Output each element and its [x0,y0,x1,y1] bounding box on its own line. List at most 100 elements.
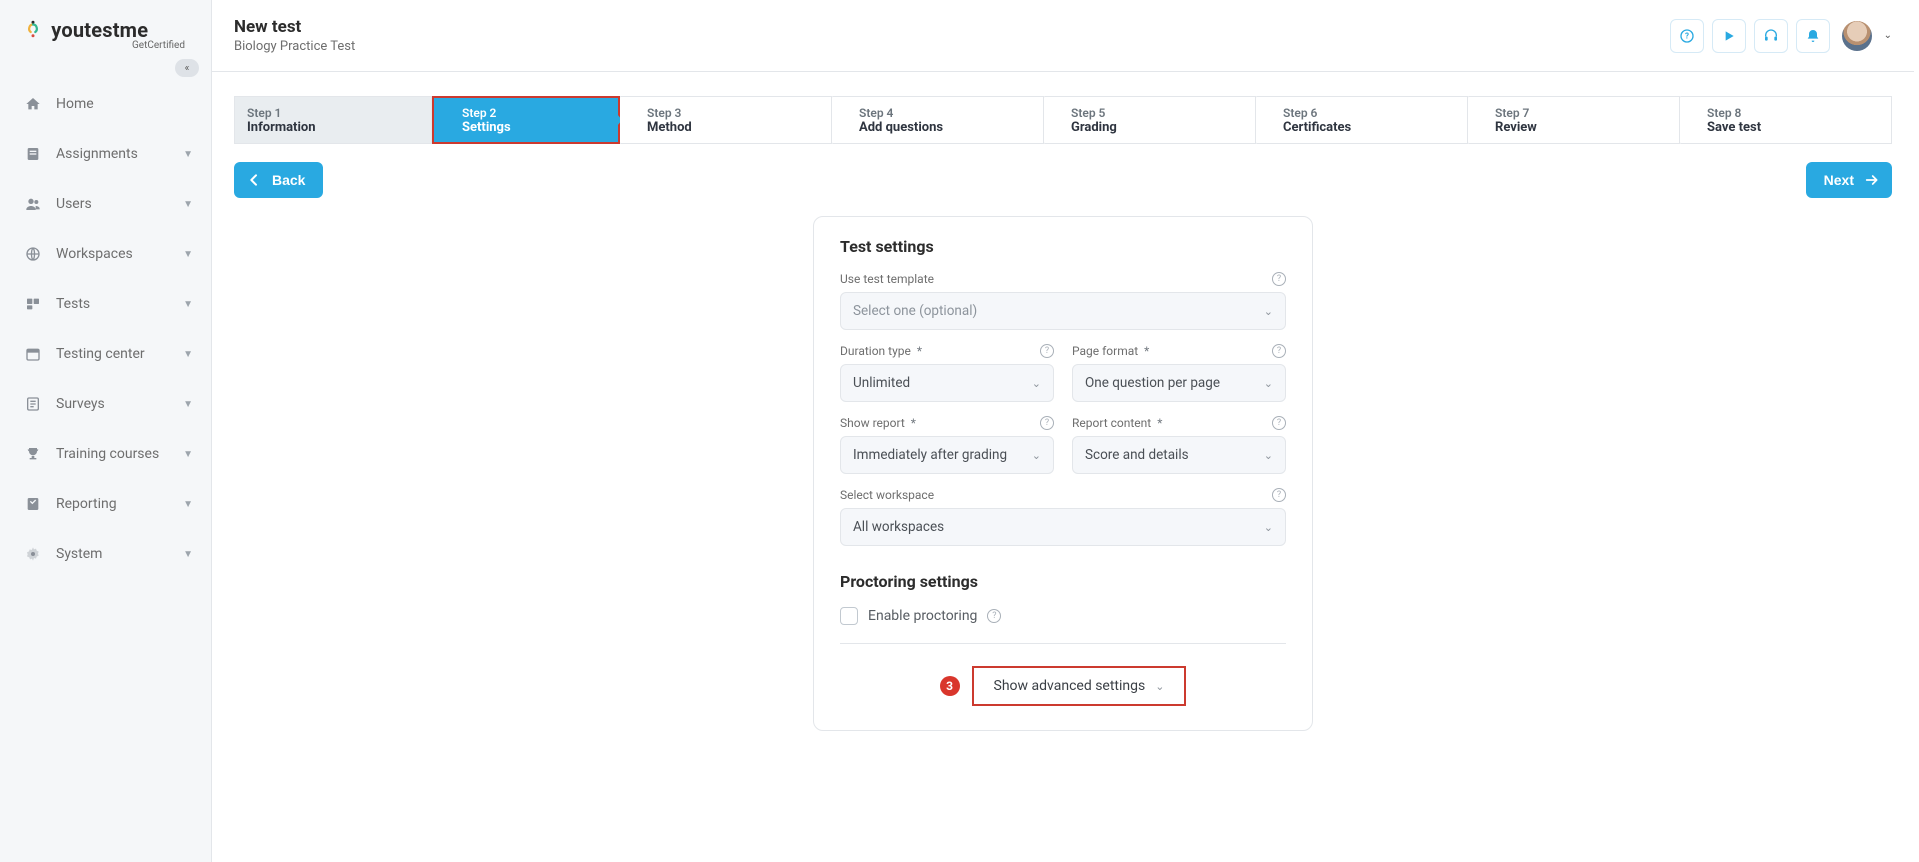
globe-icon [24,245,42,263]
label-text: Use test template [840,272,934,286]
step-3-method[interactable]: Step 3 Method [620,96,832,144]
nav-label: Assignments [56,146,183,162]
gear-icon [24,545,42,563]
step-1-information[interactable]: Step 1 Information [234,96,432,144]
nav-workspaces[interactable]: Workspaces ▼ [0,229,211,279]
report-content-select[interactable]: Score and details ⌄ [1072,436,1286,474]
step-num: Step 7 [1495,106,1679,120]
select-value: All workspaces [853,519,944,535]
step-2-settings[interactable]: Step 2 Settings [432,96,620,144]
sidebar: youtestme GetCertified « Home Assignment… [0,0,212,862]
home-icon [24,95,42,113]
help-icon[interactable]: ? [1272,344,1286,358]
chevron-down-icon: ⌄ [1264,449,1273,462]
required-mark: * [1144,344,1149,358]
step-7-review[interactable]: Step 7 Review [1468,96,1680,144]
select-value: One question per page [1085,375,1220,391]
advanced-label: Show advanced settings [994,678,1146,694]
help-icon[interactable]: ? [1272,488,1286,502]
play-button[interactable] [1712,19,1746,53]
chevron-down-icon: ▼ [183,349,193,360]
bell-icon [1805,28,1821,44]
step-label: Save test [1707,120,1891,135]
headset-icon [1763,28,1779,44]
page-title: New test [234,17,355,37]
help-icon[interactable]: ? [987,609,1001,623]
step-num: Step 1 [247,106,431,120]
nav-assignments[interactable]: Assignments ▼ [0,129,211,179]
show-advanced-settings-button[interactable]: Show advanced settings ⌄ [972,666,1187,706]
header: New test Biology Practice Test ? ⌄ [212,0,1914,72]
surveys-icon [24,395,42,413]
step-num: Step 6 [1283,106,1467,120]
step-num: Step 2 [462,106,618,120]
header-title: New test Biology Practice Test [234,17,355,54]
help-button[interactable]: ? [1670,19,1704,53]
step-4-add-questions[interactable]: Step 4 Add questions [832,96,1044,144]
page-format-select[interactable]: One question per page ⌄ [1072,364,1286,402]
nav-surveys[interactable]: Surveys ▼ [0,379,211,429]
chevron-down-icon: ⌄ [1155,680,1164,693]
step-5-grading[interactable]: Step 5 Grading [1044,96,1256,144]
duration-select[interactable]: Unlimited ⌄ [840,364,1054,402]
back-button[interactable]: Back [234,162,323,198]
chevron-down-icon: ⌄ [1032,449,1041,462]
avatar[interactable] [1842,21,1872,51]
callout-badge: 3 [940,676,960,696]
test-settings-heading: Test settings [840,237,1286,256]
nav-training-courses[interactable]: Training courses ▼ [0,429,211,479]
nav-testing-center[interactable]: Testing center ▼ [0,329,211,379]
field-label-template: Use test template ? [840,272,1286,286]
nav-home[interactable]: Home [0,79,211,129]
chevron-left-double-icon: « [185,63,190,74]
nav-reporting[interactable]: Reporting ▼ [0,479,211,529]
help-circle-icon: ? [1679,28,1695,44]
header-actions: ? ⌄ [1670,19,1892,53]
help-icon[interactable]: ? [1272,272,1286,286]
wizard-nav: Back Next [234,162,1892,198]
step-8-save-test[interactable]: Step 8 Save test [1680,96,1892,144]
workspace-select[interactable]: All workspaces ⌄ [840,508,1286,546]
chevron-down-icon: ▼ [183,299,193,310]
label-text: Duration type [840,344,911,358]
help-icon[interactable]: ? [1040,344,1054,358]
nav: Home Assignments ▼ Users ▼ Workspaces ▼ [0,79,211,579]
support-button[interactable] [1754,19,1788,53]
notifications-button[interactable] [1796,19,1830,53]
nav-label: Home [56,96,193,112]
settings-card: Test settings Use test template ? Select… [813,216,1313,731]
users-icon [24,195,42,213]
sidebar-collapse-button[interactable]: « [175,59,199,77]
enable-proctoring-checkbox[interactable] [840,607,858,625]
avatar-menu-caret[interactable]: ⌄ [1884,30,1892,41]
arrow-right-icon [1864,172,1880,188]
nav-label: Training courses [56,446,183,462]
nav-label: Reporting [56,496,183,512]
nav-users[interactable]: Users ▼ [0,179,211,229]
nav-system[interactable]: System ▼ [0,529,211,579]
help-icon[interactable]: ? [1272,416,1286,430]
step-6-certificates[interactable]: Step 6 Certificates [1256,96,1468,144]
nav-tests[interactable]: Tests ▼ [0,279,211,329]
select-value: Select one (optional) [853,303,977,319]
show-report-select[interactable]: Immediately after grading ⌄ [840,436,1054,474]
chevron-down-icon: ▼ [183,149,193,160]
step-label: Certificates [1283,120,1467,135]
nav-label: Surveys [56,396,183,412]
advanced-settings-row: 3 Show advanced settings ⌄ [840,666,1286,706]
proctoring-heading: Proctoring settings [840,572,1286,591]
step-label: Settings [462,120,618,135]
required-mark: * [917,344,922,358]
reporting-icon [24,495,42,513]
label-text: Report content [1072,416,1151,430]
template-select[interactable]: Select one (optional) ⌄ [840,292,1286,330]
help-icon[interactable]: ? [1040,416,1054,430]
enable-proctoring-row: Enable proctoring ? [840,607,1286,625]
next-button[interactable]: Next [1806,162,1892,198]
nav-label: Tests [56,296,183,312]
select-value: Unlimited [853,375,910,391]
svg-text:?: ? [1685,31,1689,40]
required-mark: * [911,416,916,430]
wizard-steps: Step 1 Information Step 2 Settings Step … [234,96,1892,144]
label-text: Page format [1072,344,1138,358]
